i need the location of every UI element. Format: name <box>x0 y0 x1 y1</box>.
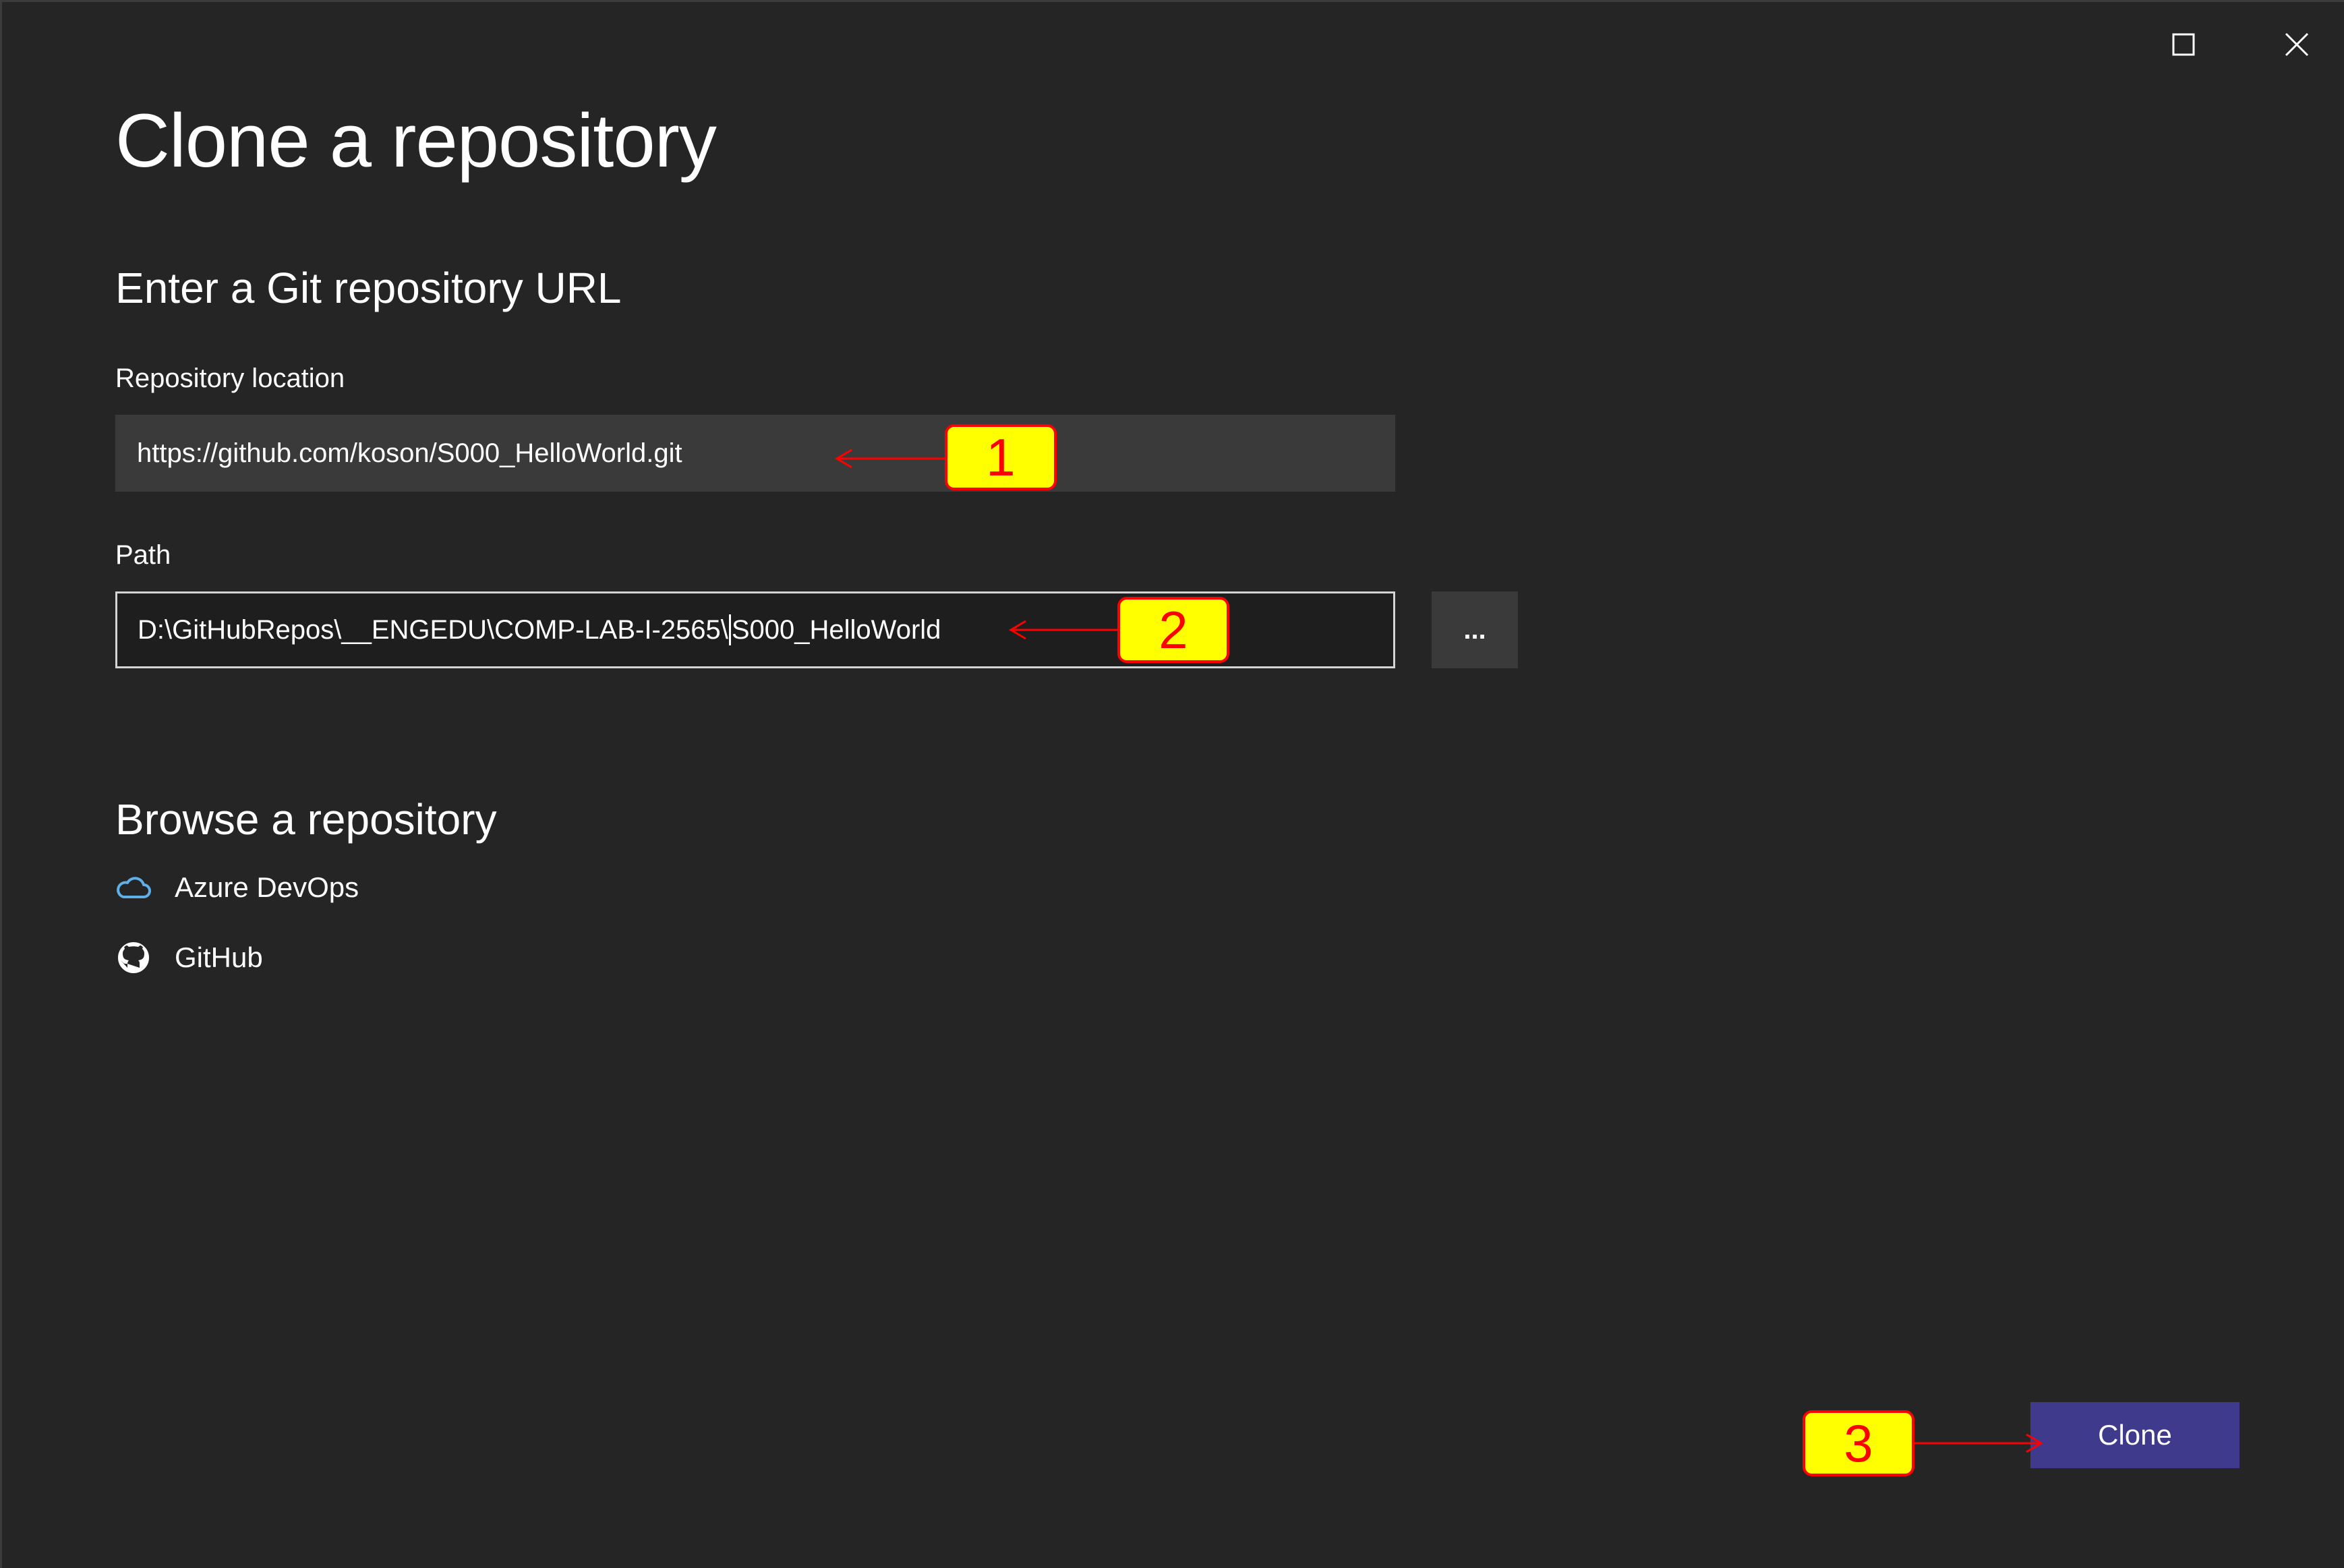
close-button[interactable] <box>2260 21 2334 68</box>
git-url-heading: Enter a Git repository URL <box>115 264 622 312</box>
close-icon <box>2285 32 2309 57</box>
cloud-icon <box>115 869 152 906</box>
maximize-button[interactable] <box>2146 21 2221 68</box>
text-caret <box>728 614 731 645</box>
browse-item-azure-devops[interactable]: Azure DevOps <box>115 869 359 906</box>
path-label: Path <box>115 540 171 570</box>
path-value-after-caret: S000_HelloWorld <box>731 614 941 645</box>
browse-heading: Browse a repository <box>115 795 497 844</box>
repository-location-input[interactable]: https://github.com/koson/S000_HelloWorld… <box>115 415 1395 492</box>
maximize-icon <box>2172 33 2195 56</box>
clone-button[interactable]: Clone <box>2030 1402 2239 1468</box>
annotation-arrow-3 <box>1914 1433 2043 1453</box>
github-icon <box>115 939 152 976</box>
browse-item-label: Azure DevOps <box>175 871 359 903</box>
annotation-arrow-2 <box>1009 620 1123 640</box>
browse-item-github[interactable]: GitHub <box>115 939 263 976</box>
path-value-before-caret: D:\GitHubRepos\__ENGEDU\COMP-LAB-I-2565\ <box>138 614 728 645</box>
repository-location-label: Repository location <box>115 364 345 393</box>
annotation-arrow-1 <box>835 448 949 469</box>
browse-path-button[interactable]: ... <box>1432 591 1518 668</box>
browse-item-label: GitHub <box>175 941 263 973</box>
clone-dialog-window: Clone a repository Enter a Git repositor… <box>0 0 2344 1568</box>
annotation-callout-1: 1 <box>945 424 1057 490</box>
annotation-callout-2: 2 <box>1117 597 1229 663</box>
annotation-callout-3: 3 <box>1803 1410 1914 1476</box>
repository-location-value: https://github.com/koson/S000_HelloWorld… <box>137 438 682 468</box>
page-title: Clone a repository <box>115 98 717 183</box>
